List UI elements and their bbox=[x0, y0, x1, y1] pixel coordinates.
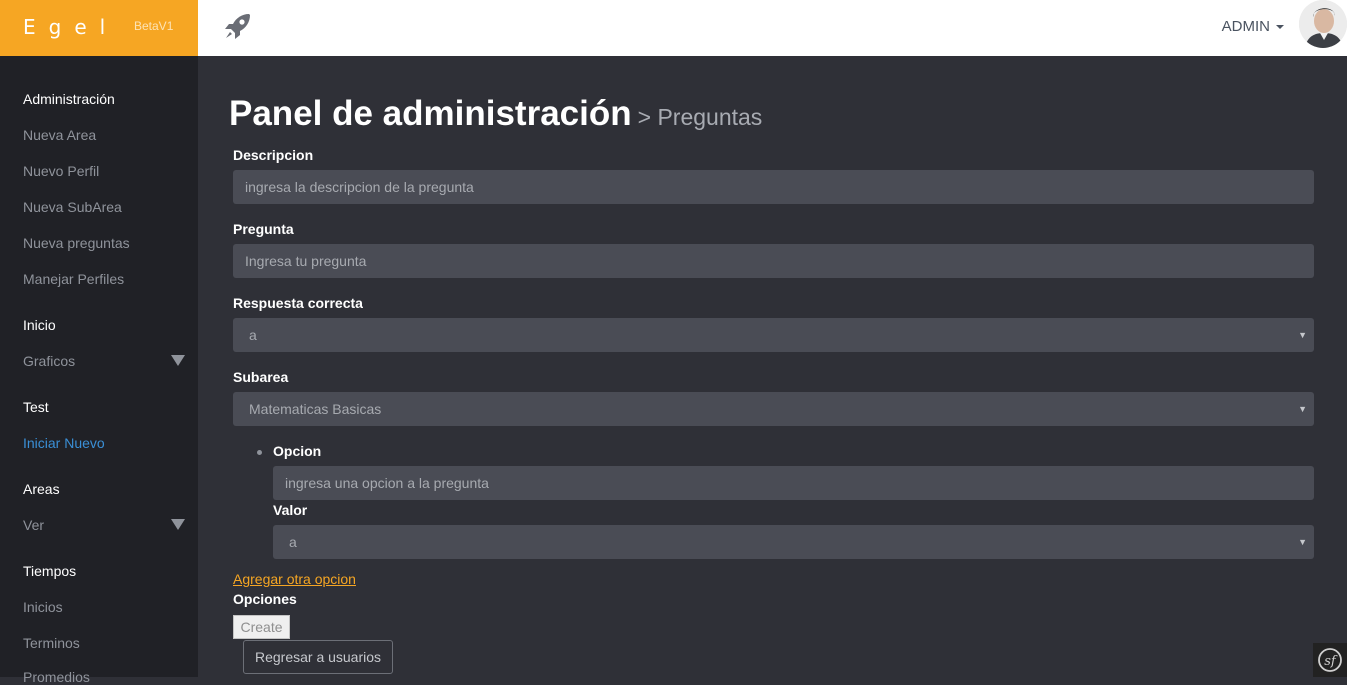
valor-label: Valor bbox=[273, 502, 308, 518]
sidebar-item-nuevo-perfil[interactable]: Nuevo Perfil bbox=[23, 163, 99, 179]
top-navbar: Egel BetaV1 ADMIN bbox=[0, 0, 1347, 56]
subarea-label: Subarea bbox=[233, 369, 289, 385]
pregunta-input[interactable]: Ingresa tu pregunta bbox=[233, 244, 1314, 278]
rocket-icon[interactable] bbox=[222, 10, 254, 42]
sidebar-item-iniciar-nuevo[interactable]: Iniciar Nuevo bbox=[23, 435, 105, 451]
sidebar-heading-areas: Areas bbox=[23, 481, 60, 497]
sidebar-heading-test: Test bbox=[23, 399, 49, 415]
respuesta-correcta-label: Respuesta correcta bbox=[233, 295, 363, 311]
triangle-down-icon[interactable] bbox=[171, 355, 185, 366]
opciones-label: Opciones bbox=[233, 591, 297, 607]
subarea-value: Matematicas Basicas bbox=[249, 401, 382, 417]
sidebar-item-nueva-area[interactable]: Nueva Area bbox=[23, 127, 96, 143]
brand-block[interactable]: Egel BetaV1 bbox=[0, 0, 198, 56]
caret-down-icon bbox=[1276, 25, 1284, 30]
sidebar: Administración Nueva Area Nuevo Perfil N… bbox=[0, 56, 198, 685]
brand-name: Egel bbox=[23, 15, 119, 39]
brand-version: BetaV1 bbox=[134, 19, 174, 33]
opcion-input[interactable]: ingresa una opcion a la pregunta bbox=[273, 466, 1314, 500]
select-arrow-icon: ▼ bbox=[1298, 537, 1307, 547]
list-bullet bbox=[257, 450, 262, 455]
sidebar-heading-tiempos: Tiempos bbox=[23, 563, 77, 579]
opcion-label: Opcion bbox=[273, 443, 322, 459]
page-title: Panel de administración > Preguntas bbox=[229, 94, 762, 134]
sidebar-item-inicios[interactable]: Inicios bbox=[23, 599, 63, 615]
sidebar-item-manejar-perfiles[interactable]: Manejar Perfiles bbox=[23, 271, 124, 287]
valor-select[interactable]: a ▼ bbox=[273, 525, 1314, 559]
sidebar-item-promedios[interactable]: Promedios bbox=[23, 669, 90, 685]
descripcion-label: Descripcion bbox=[233, 147, 314, 163]
sidebar-item-nueva-subarea[interactable]: Nueva SubArea bbox=[23, 199, 122, 215]
user-menu[interactable]: ADMIN bbox=[1222, 18, 1284, 35]
sidebar-item-ver[interactable]: Ver bbox=[23, 517, 44, 533]
avatar[interactable] bbox=[1299, 0, 1347, 48]
add-option-link[interactable]: Agregar otra opcion bbox=[233, 571, 356, 587]
create-button[interactable]: Create bbox=[233, 615, 290, 639]
sidebar-item-nueva-preguntas[interactable]: Nueva preguntas bbox=[23, 235, 130, 251]
descripcion-input[interactable]: ingresa la descripcion de la pregunta bbox=[233, 170, 1314, 204]
select-arrow-icon: ▼ bbox=[1298, 404, 1307, 414]
user-name: ADMIN bbox=[1221, 18, 1270, 35]
page-subtitle: > Preguntas bbox=[637, 104, 763, 130]
valor-value: a bbox=[289, 534, 297, 550]
sidebar-item-terminos[interactable]: Terminos bbox=[23, 635, 80, 651]
sidebar-heading-administracion: Administración bbox=[23, 91, 115, 107]
select-arrow-icon: ▼ bbox=[1298, 330, 1307, 340]
sidebar-heading-inicio: Inicio bbox=[23, 317, 56, 333]
subarea-select[interactable]: Matematicas Basicas ▼ bbox=[233, 392, 1314, 426]
svg-text:sf: sf bbox=[1324, 654, 1338, 669]
back-to-users-button[interactable]: Regresar a usuarios bbox=[243, 640, 393, 674]
respuesta-correcta-select[interactable]: a ▼ bbox=[233, 318, 1314, 352]
symfony-icon[interactable]: sf bbox=[1313, 643, 1347, 677]
pregunta-label: Pregunta bbox=[233, 221, 294, 237]
triangle-down-icon[interactable] bbox=[171, 519, 185, 530]
respuesta-correcta-value: a bbox=[249, 327, 257, 343]
page-title-text: Panel de administración bbox=[229, 94, 632, 133]
sidebar-item-graficos[interactable]: Graficos bbox=[23, 353, 75, 369]
